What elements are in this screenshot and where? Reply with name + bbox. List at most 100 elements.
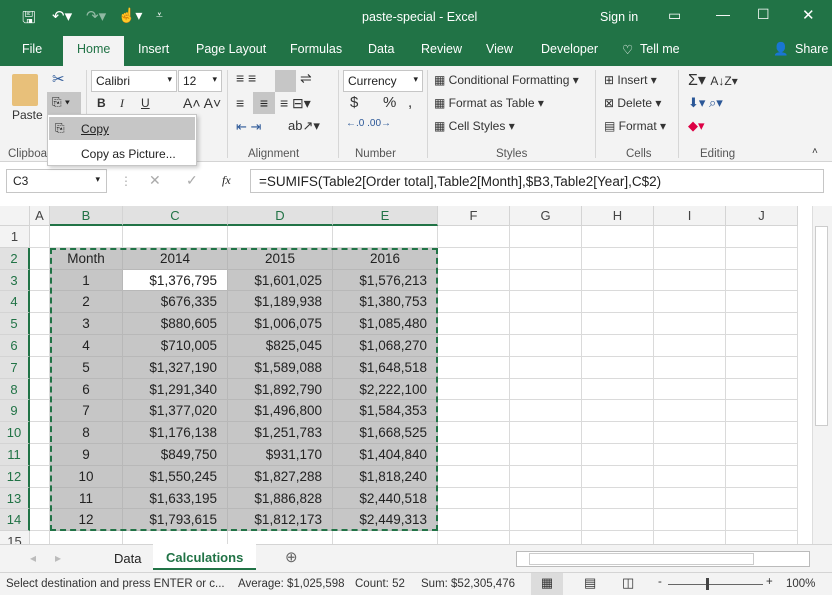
cell-C9[interactable]: $1,377,020 [123,400,228,423]
new-sheet-icon[interactable]: ⊕ [285,548,298,566]
empty-cell[interactable] [726,335,798,357]
tab-data[interactable]: Data [368,42,394,56]
empty-cell[interactable] [510,291,582,314]
font-name-combo[interactable]: Calibri ▾ [91,70,177,92]
cell-C3[interactable]: $1,376,795 [123,269,228,292]
empty-cell[interactable] [438,400,510,423]
minimize-button[interactable]: — [716,6,730,22]
enter-icon[interactable]: ✓ [186,172,198,189]
row-header-7[interactable]: 7 [0,356,30,379]
empty-cell[interactable] [510,531,582,544]
cell-E13[interactable]: $2,440,518 [333,487,438,510]
cell-E6[interactable]: $1,068,270 [333,335,438,357]
empty-cell[interactable] [510,226,582,248]
tab-formulas[interactable]: Formulas [290,42,342,56]
empty-cell[interactable] [582,269,654,292]
empty-cell[interactable] [438,378,510,401]
empty-cell[interactable] [726,378,798,401]
empty-cell[interactable] [582,509,654,532]
cell-B4[interactable]: 2 [50,291,123,314]
empty-cell[interactable] [654,422,726,444]
comma-button[interactable]: , [408,94,412,111]
empty-cell[interactable] [510,487,582,510]
empty-cell[interactable] [228,226,333,248]
row-header-8[interactable]: 8 [0,378,30,401]
empty-cell[interactable] [582,531,654,544]
empty-cell[interactable] [726,356,798,379]
cell-C14[interactable]: $1,793,615 [123,509,228,532]
empty-cell[interactable] [30,422,50,444]
empty-cell[interactable] [582,465,654,488]
empty-cell[interactable] [30,465,50,488]
zoom-level[interactable]: 100% [786,578,815,590]
empty-cell[interactable] [510,356,582,379]
cell-B10[interactable]: 8 [50,422,123,444]
empty-cell[interactable] [30,378,50,401]
cell-D3[interactable]: $1,601,025 [228,269,333,292]
empty-cell[interactable] [510,444,582,466]
empty-cell[interactable] [438,509,510,532]
empty-cell[interactable] [438,356,510,379]
empty-cell[interactable] [582,356,654,379]
cell-B11[interactable]: 9 [50,444,123,466]
empty-cell[interactable] [438,531,510,544]
tab-developer[interactable]: Developer [541,42,598,56]
cell-B7[interactable]: 5 [50,356,123,379]
row-header-5[interactable]: 5 [0,313,30,335]
cell-E11[interactable]: $1,404,840 [333,444,438,466]
empty-cell[interactable] [30,444,50,466]
empty-cell[interactable] [582,335,654,357]
empty-cell[interactable] [438,335,510,357]
cell-D13[interactable]: $1,886,828 [228,487,333,510]
empty-cell[interactable] [654,313,726,335]
cell-E4[interactable]: $1,380,753 [333,291,438,314]
align-right-icon[interactable]: ≡ ⊟▾ [280,95,311,112]
row-header-10[interactable]: 10 [0,422,30,444]
cell-D14[interactable]: $1,812,173 [228,509,333,532]
row-header-1[interactable]: 1 [0,226,30,248]
empty-cell[interactable] [333,531,438,544]
empty-cell[interactable] [654,378,726,401]
cell-D5[interactable]: $1,006,075 [228,313,333,335]
empty-cell[interactable] [582,378,654,401]
format-as-table-button[interactable]: ▦ Format as Table ▾ [434,96,544,110]
ribbon-display-icon[interactable]: ▭ [668,7,681,24]
cell-D6[interactable]: $825,045 [228,335,333,357]
empty-cell[interactable] [30,269,50,292]
empty-cell[interactable] [654,356,726,379]
cell-B8[interactable]: 6 [50,378,123,401]
empty-cell[interactable] [654,226,726,248]
cell-styles-button[interactable]: ▦ Cell Styles ▾ [434,119,515,133]
empty-cell[interactable] [654,269,726,292]
cell-C13[interactable]: $1,633,195 [123,487,228,510]
name-box[interactable]: C3 ▾ [6,169,107,193]
empty-cell[interactable] [438,291,510,314]
empty-cell[interactable] [726,269,798,292]
close-button[interactable]: ✕ [802,6,815,24]
empty-cell[interactable] [30,313,50,335]
empty-cell[interactable] [510,269,582,292]
cell-C11[interactable]: $849,750 [123,444,228,466]
empty-cell[interactable] [30,335,50,357]
empty-cell[interactable] [654,531,726,544]
cell-B12[interactable]: 10 [50,465,123,488]
align-center-icon[interactable]: ≡ [253,92,275,114]
empty-cell[interactable] [654,335,726,357]
menu-item-copy[interactable]: ⎘ Copy [49,117,195,140]
align-top-icon[interactable]: ≡ ≡ [236,70,256,86]
empty-cell[interactable] [726,247,798,270]
underline-button[interactable]: U [141,96,150,110]
empty-cell[interactable] [438,487,510,510]
empty-cell[interactable] [30,509,50,532]
empty-cell[interactable] [50,531,123,544]
empty-cell[interactable] [726,226,798,248]
tab-insert[interactable]: Insert [138,42,169,56]
zoom-in-button[interactable]: + [766,576,773,588]
sign-in-link[interactable]: Sign in [600,10,638,24]
column-header-J[interactable]: J [726,206,798,226]
cell-C7[interactable]: $1,327,190 [123,356,228,379]
font-size-combo[interactable]: 12 ▾ [178,70,222,92]
row-header-9[interactable]: 9 [0,400,30,423]
cell-C5[interactable]: $880,605 [123,313,228,335]
empty-cell[interactable] [654,400,726,423]
